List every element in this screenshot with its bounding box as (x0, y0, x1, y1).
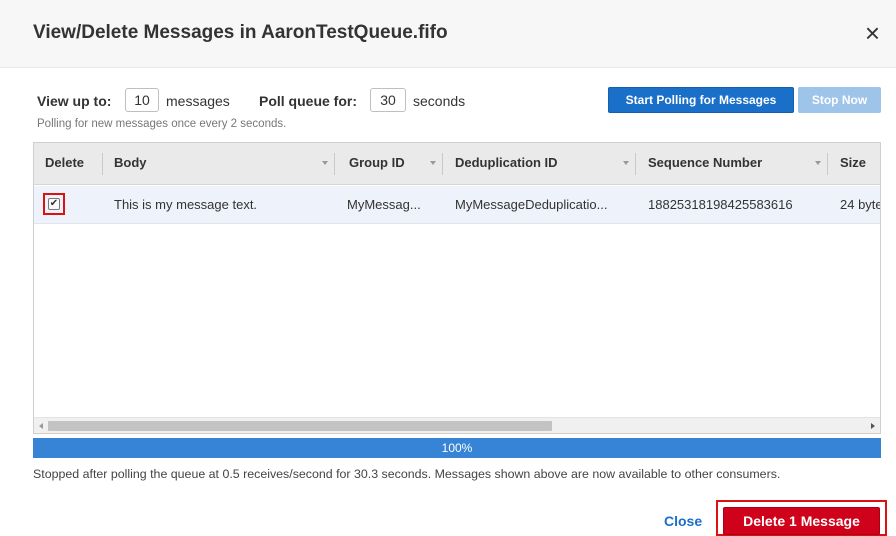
stop-now-button[interactable]: Stop Now (798, 87, 881, 113)
column-divider (442, 153, 443, 175)
table-header: Delete Body Group ID Deduplication ID Se… (34, 143, 880, 185)
column-header-group-id[interactable]: Group ID (349, 143, 405, 185)
sort-caret-down-icon[interactable] (815, 161, 821, 165)
scrollbar-thumb[interactable] (48, 421, 552, 431)
sort-caret-down-icon[interactable] (623, 161, 629, 165)
poll-seconds-unit: seconds (413, 93, 466, 109)
cell-deduplication-id: MyMessageDeduplicatio... (455, 197, 608, 212)
poll-queue-label: Poll queue for: (259, 93, 357, 109)
cell-sequence-number: 18825318198425583616 (648, 197, 793, 212)
column-header-delete[interactable]: Delete (45, 143, 84, 185)
dialog-title: View/Delete Messages in AaronTestQueue.f… (33, 22, 448, 43)
sort-caret-down-icon[interactable] (430, 161, 436, 165)
status-message: Stopped after polling the queue at 0.5 r… (33, 467, 781, 481)
column-header-sequence-number[interactable]: Sequence Number (648, 143, 762, 185)
polling-hint: Polling for new messages once every 2 se… (37, 118, 287, 130)
close-link[interactable]: Close (664, 513, 702, 529)
poll-seconds-input[interactable] (370, 88, 406, 112)
view-up-to-input[interactable] (125, 88, 159, 112)
cell-size: 24 byte (840, 197, 881, 212)
view-up-to-unit: messages (166, 93, 230, 109)
scroll-right-arrow-icon[interactable] (871, 423, 875, 429)
column-divider (102, 153, 103, 175)
column-divider (635, 153, 636, 175)
column-header-deduplication-id[interactable]: Deduplication ID (455, 143, 558, 185)
progress-label: 100% (441, 441, 473, 455)
table-row[interactable]: ✔ This is my message text. MyMessag... M… (34, 186, 880, 224)
dialog-header: View/Delete Messages in AaronTestQueue.f… (0, 0, 896, 68)
checkbox-checked-icon[interactable]: ✔ (48, 198, 60, 210)
view-up-to-label: View up to: (37, 93, 112, 109)
delete-message-button[interactable]: Delete 1 Message (723, 507, 880, 535)
horizontal-scrollbar[interactable] (34, 417, 880, 433)
column-divider (827, 153, 828, 175)
scroll-left-arrow-icon[interactable] (39, 423, 43, 429)
column-header-body[interactable]: Body (114, 143, 147, 185)
close-icon[interactable]: × (865, 20, 880, 46)
sort-caret-down-icon[interactable] (322, 161, 328, 165)
start-polling-button[interactable]: Start Polling for Messages (608, 87, 794, 113)
cell-group-id: MyMessag... (347, 197, 421, 212)
polling-progress-bar: 100% (33, 438, 881, 458)
cell-body: This is my message text. (114, 197, 258, 212)
column-divider (334, 153, 335, 175)
messages-table: Delete Body Group ID Deduplication ID Se… (33, 142, 881, 434)
column-header-size[interactable]: Size (840, 143, 866, 185)
